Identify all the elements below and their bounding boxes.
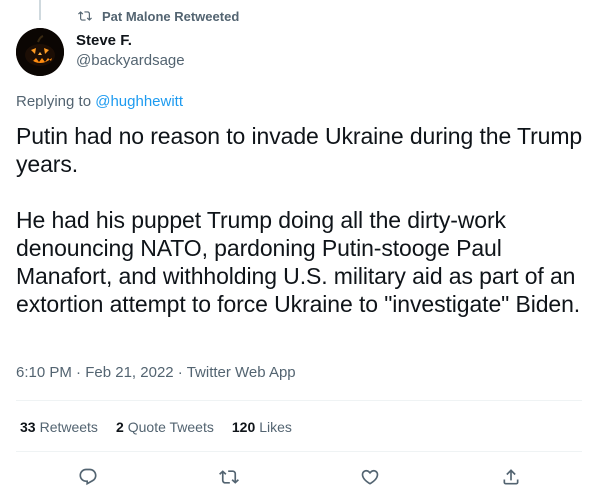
retweets-label: Retweets [39, 419, 98, 435]
tweet-source-link[interactable]: Twitter Web App [187, 364, 296, 381]
thread-connector-line [39, 0, 41, 20]
retweet-button[interactable] [218, 466, 240, 488]
tweet-paragraph: Putin had no reason to invade Ukraine du… [16, 123, 583, 177]
share-icon [503, 469, 519, 485]
tweet-time-link[interactable]: 6:10 PM [16, 364, 72, 381]
reply-button[interactable] [77, 466, 99, 488]
divider [16, 400, 582, 401]
avatar[interactable] [16, 28, 64, 76]
share-button[interactable] [500, 466, 522, 488]
divider [16, 451, 582, 452]
retweet-icon [78, 9, 92, 23]
quote-tweets-stat[interactable]: 2 Quote Tweets [116, 419, 214, 435]
meta-separator: · [173, 364, 187, 381]
like-button[interactable] [359, 466, 381, 488]
quote-tweets-count: 2 [115, 419, 124, 435]
retweet-context: Pat Malone Retweeted [78, 7, 239, 25]
jack-o-lantern-avatar [16, 28, 64, 76]
tweet-date-link[interactable]: Feb 21, 2022 [85, 364, 173, 381]
retweets-stat[interactable]: 33 Retweets [20, 419, 98, 435]
author-display-name[interactable]: Steve F. [76, 32, 132, 49]
meta-separator: · [71, 364, 86, 381]
likes-count: 120 [231, 419, 256, 435]
tweet-paragraph: He had his puppet Trump doing all the di… [16, 207, 581, 317]
author-handle[interactable]: @backyardsage [76, 52, 185, 69]
tweet-text: Putin had no reason to invade Ukraine du… [16, 122, 586, 318]
retweet-icon [219, 470, 239, 484]
reply-icon [79, 468, 97, 486]
replying-to-user-link[interactable]: @hughhewitt [95, 93, 183, 110]
tweet-meta: 6:10 PM · Feb 21, 2022 · Twitter Web App [16, 364, 296, 381]
quote-tweets-label: Quote Tweets [127, 419, 214, 435]
like-icon [361, 469, 379, 485]
retweeter-link[interactable]: Pat Malone Retweeted [102, 9, 239, 24]
replying-to-prefix: Replying to [16, 93, 96, 110]
retweets-count: 33 [20, 419, 36, 435]
engagement-stats: 33 Retweets 2 Quote Tweets 120 Likes [20, 419, 292, 435]
replying-to: Replying to @hughhewitt [16, 93, 183, 110]
likes-stat[interactable]: 120 Likes [232, 419, 292, 435]
likes-label: Likes [259, 419, 292, 435]
